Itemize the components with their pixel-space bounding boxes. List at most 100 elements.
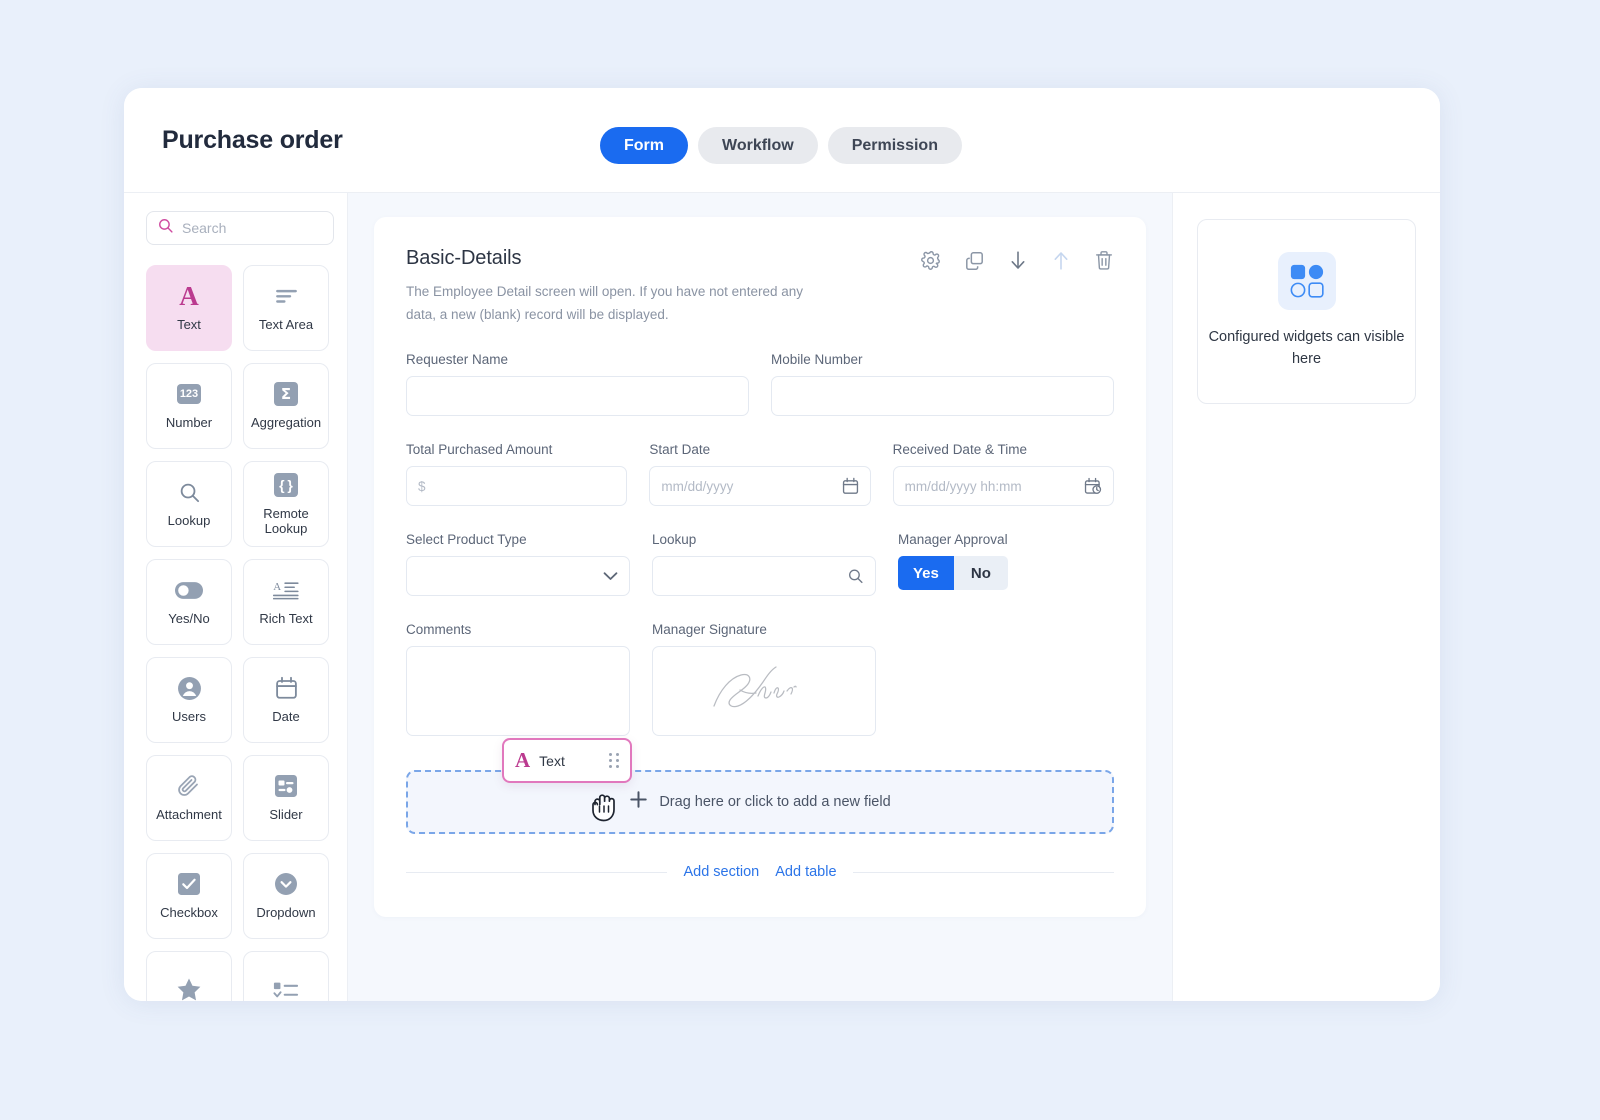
palette-item-label: Slider	[269, 807, 303, 823]
palette-item-remote-lookup[interactable]: { } Remote Lookup	[243, 461, 329, 547]
calendar-clock-icon[interactable]	[1084, 477, 1102, 495]
input-placeholder: mm/dd/yyyy hh:mm	[904, 478, 1022, 494]
palette-item-label: Lookup	[167, 513, 211, 529]
arrow-up-icon[interactable]	[1051, 250, 1071, 271]
field-label: Manager Signature	[652, 622, 767, 638]
drag-chip-text[interactable]: A Text	[502, 738, 632, 784]
lookup-input[interactable]	[652, 556, 876, 597]
app-header: Purchase order Form Workflow Permission	[124, 88, 1440, 193]
manager-approval-toggle: Yes No	[898, 556, 1008, 591]
palette-item-dropdown[interactable]: Dropdown	[243, 853, 329, 939]
palette-item-aggregation[interactable]: Σ Aggregation	[243, 363, 329, 449]
calendar-icon[interactable]	[842, 477, 859, 495]
letter-a-icon: A	[515, 748, 531, 773]
palette-item-label: Yes/No	[168, 611, 210, 627]
trash-icon[interactable]	[1094, 250, 1114, 271]
palette-item-number[interactable]: 123 Number	[146, 363, 232, 449]
drag-handle-icon[interactable]	[609, 753, 619, 769]
user-avatar-icon	[177, 675, 202, 701]
field-manager-signature: Manager Signature	[652, 622, 876, 737]
input-placeholder: mm/dd/yyyy	[661, 478, 734, 494]
copy-icon[interactable]	[964, 250, 985, 271]
palette-item-label: Date	[272, 709, 300, 725]
section-description: The Employee Detail screen will open. If…	[406, 284, 803, 323]
form-row-4: Comments Manager Signature	[406, 622, 1114, 737]
magnifier-icon	[178, 479, 201, 505]
palette-item-label: Users	[172, 709, 206, 725]
field-total-amount: Total Purchased Amount $	[406, 442, 628, 507]
palette-item-rating[interactable]	[146, 951, 232, 1001]
palette-item-label: Attachment	[156, 807, 222, 823]
mobile-number-input[interactable]	[771, 376, 1114, 417]
form-row-2: Total Purchased Amount $ Start Date mm/d…	[406, 442, 1114, 507]
manager-approval-no-button[interactable]: No	[953, 556, 1008, 591]
gear-icon[interactable]	[920, 250, 941, 271]
field-mobile-number: Mobile Number	[771, 352, 1114, 417]
start-date-input[interactable]: mm/dd/yyyy	[649, 466, 871, 507]
field-label: Manager Approval	[898, 532, 1008, 548]
add-table-link[interactable]: Add table	[775, 864, 836, 880]
field-label: Requester Name	[406, 352, 509, 368]
paperclip-icon	[177, 773, 201, 799]
palette-item-lookup[interactable]: Lookup	[146, 461, 232, 547]
search-input[interactable]	[182, 220, 323, 236]
requester-name-input[interactable]	[406, 376, 749, 417]
search-icon	[157, 217, 174, 239]
dropzone-label: Drag here or click to add a new field	[659, 794, 891, 811]
field-manager-approval: Manager Approval Yes No	[898, 532, 1008, 596]
chevron-circle-icon	[274, 871, 298, 897]
palette-item-date[interactable]: Date	[243, 657, 329, 743]
plus-icon	[629, 790, 648, 814]
manager-signature-box[interactable]	[652, 646, 876, 737]
search-box[interactable]	[146, 211, 334, 245]
section-title: Basic-Details	[406, 247, 522, 269]
field-received-date-time: Received Date & Time mm/dd/yyyy hh:mm	[892, 442, 1114, 507]
field-label: Select Product Type	[406, 532, 527, 548]
configured-widgets-placeholder: Configured widgets can visible here	[1197, 219, 1416, 404]
divider-left	[406, 871, 668, 873]
field-label: Total Purchased Amount	[406, 442, 553, 458]
drag-chip-label: Text	[539, 752, 565, 769]
comments-textarea[interactable]	[406, 646, 630, 737]
field-lookup: Lookup	[652, 532, 876, 597]
palette-item-checkbox[interactable]: Checkbox	[146, 853, 232, 939]
manager-approval-yes-button[interactable]: Yes	[898, 556, 954, 591]
arrow-down-icon[interactable]	[1008, 250, 1028, 271]
add-links-row: Add section Add table	[406, 864, 1114, 906]
magnifier-icon[interactable]	[847, 568, 864, 585]
chevron-down-icon[interactable]	[603, 571, 618, 581]
received-date-time-input[interactable]: mm/dd/yyyy hh:mm	[892, 466, 1114, 507]
palette-item-label: Remote Lookup	[263, 505, 309, 536]
palette-item-text[interactable]: A Text	[146, 265, 232, 351]
field-comments: Comments	[406, 622, 630, 737]
field-label: Start Date	[649, 442, 711, 458]
section-action-bar	[920, 247, 1114, 271]
tab-permission[interactable]: Permission	[827, 127, 962, 164]
product-type-select[interactable]	[406, 556, 630, 597]
text-lines-icon	[274, 283, 299, 309]
total-amount-input[interactable]: $	[406, 466, 628, 507]
field-start-date: Start Date mm/dd/yyyy	[649, 442, 871, 507]
palette-item-attachment[interactable]: Attachment	[146, 755, 232, 841]
configured-widgets-text: Configured widgets can visible here	[1208, 329, 1405, 367]
widgets-grid-icon	[1277, 252, 1336, 311]
checkbox-icon	[177, 871, 201, 897]
palette-item-rich-text[interactable]: A Rich Text	[243, 559, 329, 645]
palette-item-multi-select[interactable]	[243, 951, 329, 1001]
palette-item-yes-no[interactable]: Yes/No	[146, 559, 232, 645]
palette-item-users[interactable]: Users	[146, 657, 232, 743]
section-card-basic-details: Basic-Details The Employee Detail screen…	[374, 217, 1146, 917]
add-section-link[interactable]: Add section	[683, 864, 759, 880]
palette-item-slider[interactable]: Slider	[243, 755, 329, 841]
svg-text:A: A	[273, 581, 281, 593]
tab-form[interactable]: Form	[600, 127, 688, 164]
widget-config-panel: Configured widgets can visible here	[1172, 193, 1440, 1001]
field-product-type: Select Product Type	[406, 532, 630, 597]
tab-workflow[interactable]: Workflow	[698, 127, 818, 164]
field-label: Received Date & Time	[892, 442, 1027, 458]
sigma-icon: Σ	[274, 381, 298, 407]
widget-palette-sidebar: A Text Text Area	[124, 193, 348, 1001]
palette-item-text-area[interactable]: Text Area	[243, 265, 329, 351]
divider-right	[852, 871, 1114, 873]
form-row-1: Requester Name Mobile Number	[406, 352, 1114, 417]
